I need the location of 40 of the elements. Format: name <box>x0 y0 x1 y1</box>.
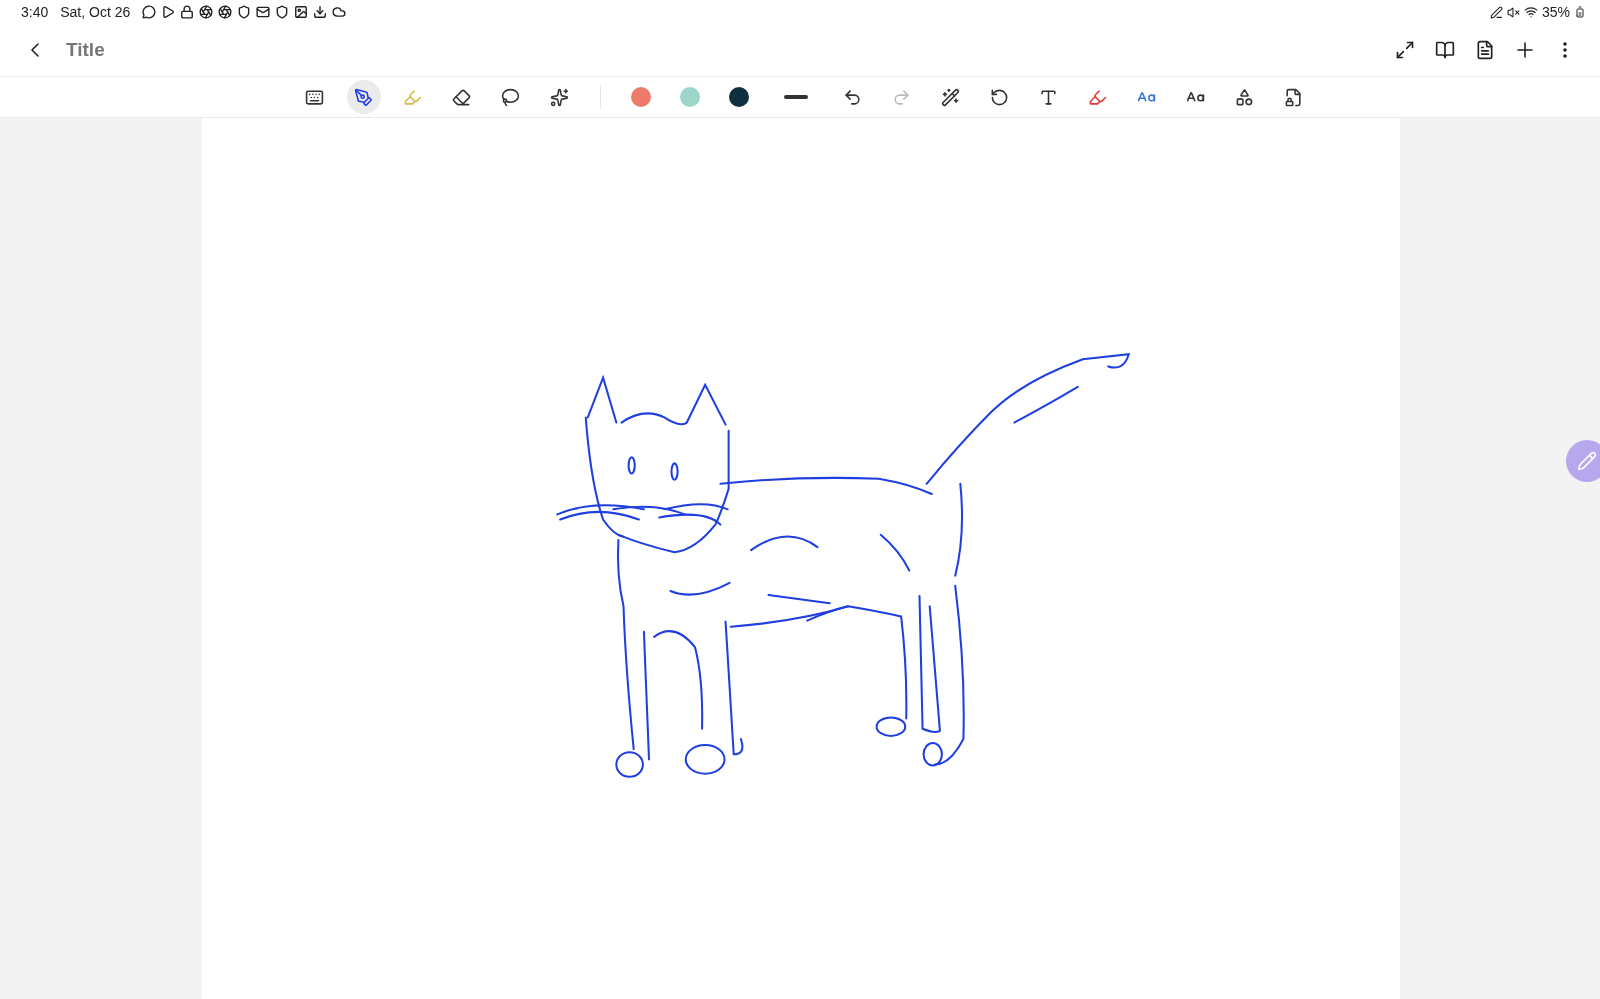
book-icon <box>1435 40 1455 60</box>
mail-icon <box>256 5 271 19</box>
status-date: Sat, Oct 26 <box>60 4 131 20</box>
color-swatch[interactable] <box>728 87 749 107</box>
lock-icon <box>180 5 195 19</box>
image-icon <box>294 5 309 19</box>
color-swatch[interactable] <box>679 87 700 107</box>
marker-icon <box>1088 87 1107 107</box>
battery-percent: 35% <box>1541 4 1570 20</box>
status-time: 3:40 <box>21 4 49 20</box>
mute-icon <box>1506 5 1520 19</box>
battery-icon <box>1574 6 1586 18</box>
highlighter-icon <box>403 87 422 107</box>
pen-icon <box>1489 5 1503 19</box>
shield-icon <box>275 5 290 19</box>
more-icon <box>1563 42 1567 58</box>
pencil-icon <box>1577 451 1597 471</box>
text-icon <box>1039 87 1058 107</box>
wand-icon <box>941 87 960 107</box>
page-icon <box>1475 40 1495 60</box>
lock-icon <box>1284 87 1303 107</box>
aperture-icon <box>199 5 214 19</box>
play-icon <box>161 5 176 19</box>
shield-icon <box>237 5 252 19</box>
pen-tool-button[interactable] <box>346 80 381 114</box>
redo-icon <box>892 87 911 107</box>
pen-icon <box>354 87 373 107</box>
color-swatch[interactable] <box>630 87 651 107</box>
note-title[interactable]: Title <box>66 39 105 61</box>
keyboard-icon <box>305 87 324 107</box>
lasso-icon <box>501 87 520 107</box>
eraser-icon <box>452 87 471 107</box>
shapes-icon <box>1235 87 1254 107</box>
undo-icon <box>843 87 862 107</box>
expand-icon <box>1395 40 1415 60</box>
download-icon <box>313 5 328 19</box>
cloud-icon <box>332 5 347 19</box>
sparkle-icon <box>550 87 569 107</box>
wifi-icon <box>1523 5 1538 19</box>
aperture-icon <box>218 5 233 19</box>
